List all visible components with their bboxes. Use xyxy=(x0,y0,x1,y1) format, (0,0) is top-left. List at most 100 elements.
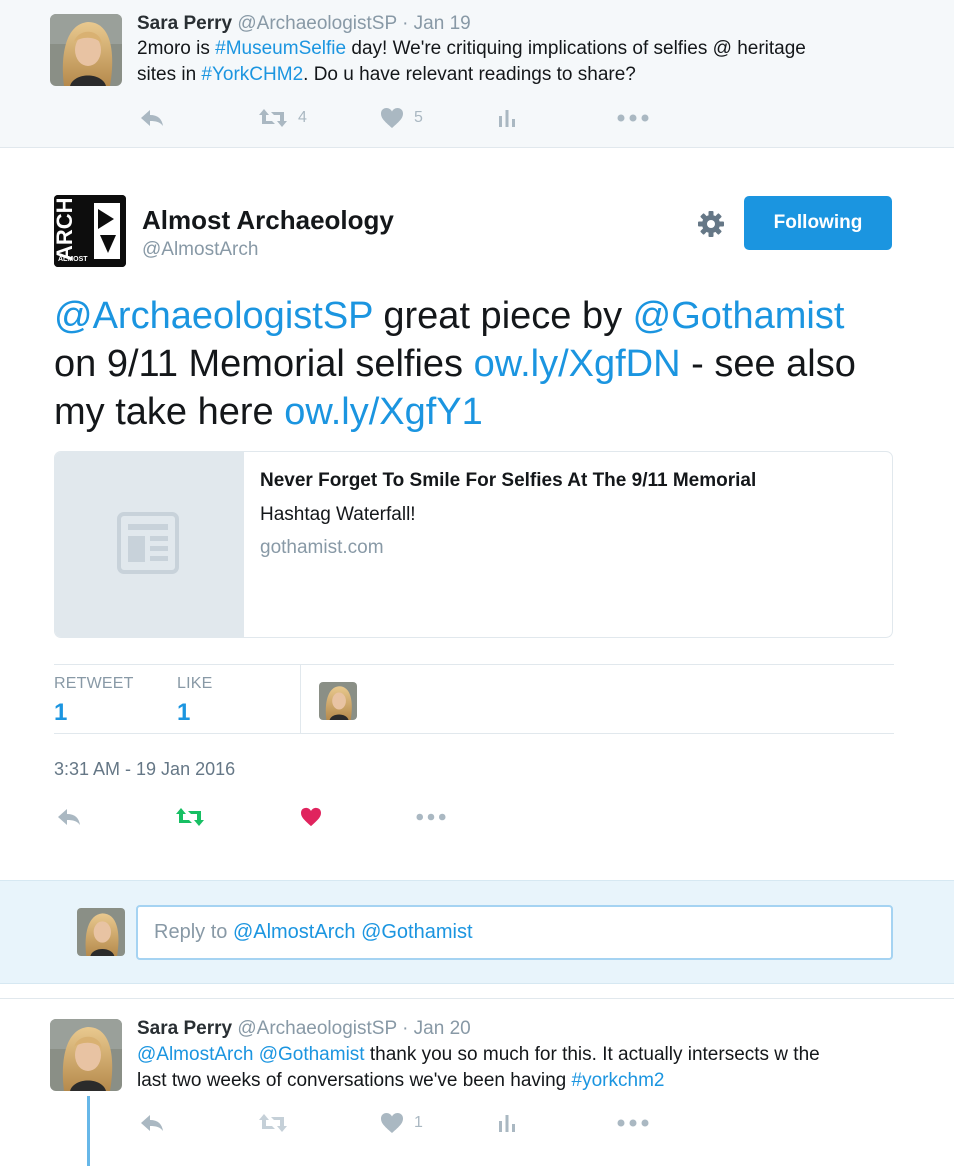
heart-icon xyxy=(381,108,403,128)
more-icon xyxy=(416,813,446,821)
more-icon xyxy=(617,114,649,122)
tweet-header: Sara Perry @ArchaeologistSP · Jan 20 xyxy=(137,1018,471,1040)
like-count: 5 xyxy=(414,109,423,126)
more-icon xyxy=(617,1119,649,1127)
author-handle[interactable]: @ArchaeologistSP xyxy=(237,13,396,34)
like-count: 1 xyxy=(414,1114,423,1131)
tweet-header: Sara Perry @ArchaeologistSP · Jan 19 xyxy=(137,13,471,35)
card-domain: gothamist.com xyxy=(260,537,384,558)
conversation-thread-line xyxy=(87,1096,90,1166)
avatar[interactable] xyxy=(50,1019,122,1091)
reply-icon xyxy=(58,809,80,825)
gear-icon xyxy=(698,211,724,237)
reply-icon xyxy=(141,1115,163,1131)
reply-button[interactable] xyxy=(139,103,165,133)
text-segment: - see also xyxy=(680,343,856,385)
like-button[interactable]: 5 xyxy=(380,103,423,133)
reply-mention: @Gothamist xyxy=(361,921,473,943)
text-segment: day! We're critiquing implications of se… xyxy=(346,38,806,59)
logo-text: ARCH xyxy=(54,197,77,261)
text-segment: . Do u have relevant readings to share? xyxy=(303,64,636,85)
stat-divider xyxy=(300,665,301,734)
card-thumbnail xyxy=(55,452,244,637)
author-handle[interactable]: @ArchaeologistSP xyxy=(237,1018,396,1039)
liker-avatar[interactable] xyxy=(319,682,357,720)
analytics-button[interactable] xyxy=(497,1108,517,1138)
reply-tweet[interactable]: Sara Perry @ArchaeologistSP · Jan 20 @Al… xyxy=(0,998,954,1166)
text-segment: great piece by xyxy=(372,295,633,337)
current-user-avatar xyxy=(77,908,125,956)
author-name[interactable]: Sara Perry xyxy=(137,13,232,34)
author-handle[interactable]: @AlmostArch xyxy=(142,239,258,261)
heart-icon xyxy=(381,1113,403,1133)
parent-tweet[interactable]: Sara Perry @ArchaeologistSP · Jan 19 2mo… xyxy=(0,0,954,148)
hashtag-link[interactable]: #YorkCHM2 xyxy=(201,64,303,85)
retweet-stat[interactable]: RETWEET 1 xyxy=(54,675,134,727)
reply-mention: @AlmostArch xyxy=(232,921,356,943)
like-stat-value: 1 xyxy=(177,699,191,726)
like-button[interactable]: 1 xyxy=(380,1108,423,1138)
card-title[interactable]: Never Forget To Smile For Selfies At The… xyxy=(260,470,756,492)
heart-icon xyxy=(301,807,321,827)
hashtag-link[interactable]: #yorkchm2 xyxy=(572,1070,665,1091)
mention-link[interactable]: @Gothamist xyxy=(259,1044,365,1065)
retweet-button[interactable] xyxy=(175,802,205,832)
card-description: Hashtag Waterfall! xyxy=(260,504,416,525)
reply-button[interactable] xyxy=(139,1108,165,1138)
reply-button[interactable] xyxy=(56,802,82,832)
mention-link[interactable]: @Gothamist xyxy=(633,295,845,337)
url-link[interactable]: ow.ly/XgfDN xyxy=(474,343,681,385)
more-button[interactable] xyxy=(617,1108,649,1138)
link-card[interactable]: Never Forget To Smile For Selfies At The… xyxy=(54,451,893,638)
like-stat[interactable]: LIKE 1 xyxy=(177,675,213,727)
analytics-icon xyxy=(499,1115,515,1132)
retweet-icon xyxy=(259,1114,287,1132)
analytics-icon xyxy=(499,110,515,127)
hashtag-link[interactable]: #MuseumSelfie xyxy=(215,38,346,59)
reply-icon xyxy=(141,110,163,126)
like-button[interactable] xyxy=(300,802,322,832)
text-segment: my take here xyxy=(54,391,285,433)
author-name[interactable]: Almost Archaeology xyxy=(142,205,394,236)
retweet-button[interactable] xyxy=(258,1108,288,1138)
url-link[interactable]: ow.ly/XgfY1 xyxy=(284,391,483,433)
analytics-button[interactable] xyxy=(497,103,517,133)
mention-link[interactable]: @ArchaeologistSP xyxy=(54,295,373,337)
text-segment: 2moro is xyxy=(137,38,216,59)
tweet-actions: 1 xyxy=(137,1108,677,1138)
more-button[interactable] xyxy=(416,802,446,832)
retweet-stat-label: RETWEET xyxy=(54,675,134,692)
like-stat-label: LIKE xyxy=(177,675,213,692)
retweet-stat-value: 1 xyxy=(54,699,68,726)
retweet-count: 4 xyxy=(298,109,307,126)
tweet-text: @AlmostArch @Gothamist thank you so much… xyxy=(137,1042,820,1094)
article-icon xyxy=(117,512,179,574)
tweet-text: @ArchaeologistSP great piece by @Gothami… xyxy=(54,292,856,436)
author-name[interactable]: Sara Perry xyxy=(137,1018,232,1039)
tweet-actions xyxy=(54,802,474,832)
reply-input[interactable]: Reply to @AlmostArch @Gothamist xyxy=(136,905,893,960)
tweet-actions: 4 5 xyxy=(137,103,677,133)
text-segment: on 9/11 Memorial selfies xyxy=(54,343,474,385)
retweet-button[interactable]: 4 xyxy=(258,103,307,133)
text-segment: sites in xyxy=(137,64,202,85)
following-button[interactable]: Following xyxy=(744,196,892,250)
permalink-tweet: ARCH ALMOST Almost Archaeology @AlmostAr… xyxy=(0,149,954,880)
tweet-text: 2moro is #MuseumSelfie day! We're critiq… xyxy=(137,36,806,88)
more-button[interactable] xyxy=(617,103,649,133)
tweet-timestamp[interactable]: 3:31 AM - 19 Jan 2016 xyxy=(54,759,235,780)
avatar[interactable] xyxy=(50,14,122,86)
author-logo[interactable]: ARCH ALMOST xyxy=(54,195,126,267)
tweet-date[interactable]: · Jan 19 xyxy=(402,13,471,34)
logo-small-text: ALMOST xyxy=(58,256,88,263)
tweet-stats: RETWEET 1 LIKE 1 xyxy=(54,664,894,734)
text-segment: last two weeks of conversations we've be… xyxy=(137,1070,572,1091)
mention-link[interactable]: @AlmostArch xyxy=(137,1044,253,1065)
retweet-icon xyxy=(176,808,204,826)
reply-box: Reply to @AlmostArch @Gothamist xyxy=(0,880,954,984)
retweet-icon xyxy=(259,109,287,127)
user-actions-button[interactable] xyxy=(694,207,728,241)
reply-prefix: Reply to xyxy=(154,921,233,943)
text-segment: thank you so much for this. It actually … xyxy=(364,1044,820,1065)
tweet-date[interactable]: · Jan 20 xyxy=(402,1018,471,1039)
